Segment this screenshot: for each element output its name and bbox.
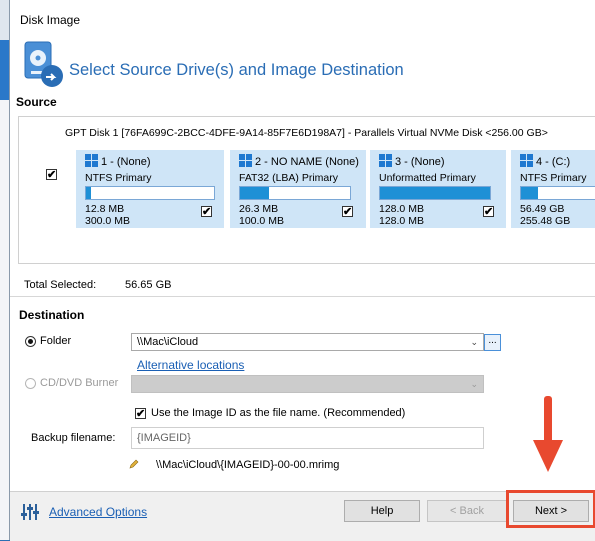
source-disk-panel: GPT Disk 1 [76FA699C-2BCC-4DFE-9A14-85F7… [18, 116, 595, 264]
partition-used: 26.3 MB [239, 203, 279, 215]
help-button[interactable]: Help [344, 500, 420, 522]
page-title: Select Source Drive(s) and Image Destina… [69, 61, 404, 79]
total-selected-label: Total Selected: [24, 279, 97, 291]
annotation-arrow [531, 396, 565, 479]
dialog-heading: Select Source Drive(s) and Image Destina… [10, 40, 595, 98]
browse-button[interactable]: ... [484, 334, 501, 351]
partition-total: 128.0 MB [379, 215, 424, 227]
advanced-options-link[interactable]: Advanced Options [49, 505, 147, 519]
partition-checkbox[interactable]: ✔ [201, 206, 212, 218]
windows-icon [379, 154, 392, 170]
disk-header: GPT Disk 1 [76FA699C-2BCC-4DFE-9A14-85F7… [65, 127, 548, 139]
partition-usage-bar [239, 186, 351, 200]
disk-image-icon [22, 40, 64, 95]
destination-section-label: Destination [19, 308, 85, 322]
resulting-path: \\Mac\iCloud\{IMAGEID}-00-00.mrimg [156, 459, 340, 471]
partition-usage-fill [86, 187, 92, 199]
pencil-icon [129, 458, 139, 472]
windows-icon [85, 154, 98, 170]
partition-usage-bar [85, 186, 215, 200]
backup-filename-label: Backup filename: [31, 432, 116, 444]
chevron-down-icon: ⌄ [470, 337, 478, 347]
folder-radio[interactable] [25, 336, 36, 347]
partition-total: 255.48 GB [520, 215, 571, 227]
partition-usage-bar [520, 186, 595, 200]
window-title: Disk Image [20, 13, 81, 27]
partition-usage-fill [240, 187, 269, 199]
partition-3[interactable]: 3 - (None) Unformatted Primary 128.0 MB … [370, 150, 506, 228]
partition-name: 2 - NO NAME (None) [255, 156, 359, 168]
windows-icon [520, 154, 533, 170]
partition-type: FAT32 (LBA) Primary [239, 172, 338, 184]
settings-sliders-icon[interactable] [20, 502, 40, 525]
partition-name: 4 - (C:) [536, 156, 571, 168]
partition-total: 300.0 MB [85, 215, 130, 227]
folder-value: \\Mac\iCloud [137, 336, 199, 348]
cd-dvd-radio[interactable] [25, 378, 36, 389]
partition-type: NTFS Primary [85, 172, 152, 184]
partition-name: 1 - (None) [101, 156, 151, 168]
partition-name: 3 - (None) [395, 156, 445, 168]
partition-usage-bar [379, 186, 491, 200]
chevron-down-icon: ⌄ [470, 379, 478, 389]
partition-type: NTFS Primary [520, 172, 587, 184]
total-selected-value: 56.65 GB [125, 279, 172, 291]
partition-usage-fill [521, 187, 539, 199]
annotation-highlight-box [506, 490, 595, 528]
use-image-id-label: Use the Image ID as the file name. (Reco… [151, 407, 406, 419]
disk-image-dialog: Disk Image Select Source Drive(s) and Im… [9, 0, 595, 541]
partition-used: 128.0 MB [379, 203, 424, 215]
partition-4[interactable]: 4 - (C:) NTFS Primary 56.49 GB 255.48 GB [511, 150, 595, 228]
windows-icon [239, 154, 252, 170]
partition-usage-fill [380, 187, 490, 199]
partition-used: 12.8 MB [85, 203, 125, 215]
folder-label: Folder [40, 335, 72, 347]
partition-total: 100.0 MB [239, 215, 284, 227]
alternative-locations-link[interactable]: Alternative locations [137, 358, 244, 372]
backup-filename-placeholder: {IMAGEID} [137, 432, 191, 444]
backup-filename-field[interactable]: {IMAGEID} [131, 427, 484, 449]
partition-type: Unformatted Primary [379, 172, 476, 184]
source-section-label: Source [16, 95, 57, 109]
use-image-id-checkbox[interactable]: ✔ [135, 408, 146, 420]
cd-dvd-label: CD/DVD Burner [40, 377, 119, 389]
disk-checkbox[interactable]: ✔ [46, 169, 57, 181]
partition-1[interactable]: 1 - (None) NTFS Primary 12.8 MB 300.0 MB… [76, 150, 224, 228]
partition-checkbox[interactable]: ✔ [342, 206, 353, 218]
folder-combo[interactable]: \\Mac\iCloud ⌄ [131, 333, 484, 351]
cd-dvd-combo[interactable]: ⌄ [131, 375, 484, 393]
partition-2[interactable]: 2 - NO NAME (None) FAT32 (LBA) Primary 2… [230, 150, 366, 228]
divider [10, 296, 595, 297]
back-button[interactable]: < Back [427, 500, 507, 522]
partition-checkbox[interactable]: ✔ [483, 206, 494, 218]
title-bar: Disk Image [10, 0, 595, 36]
partition-used: 56.49 GB [520, 203, 565, 215]
